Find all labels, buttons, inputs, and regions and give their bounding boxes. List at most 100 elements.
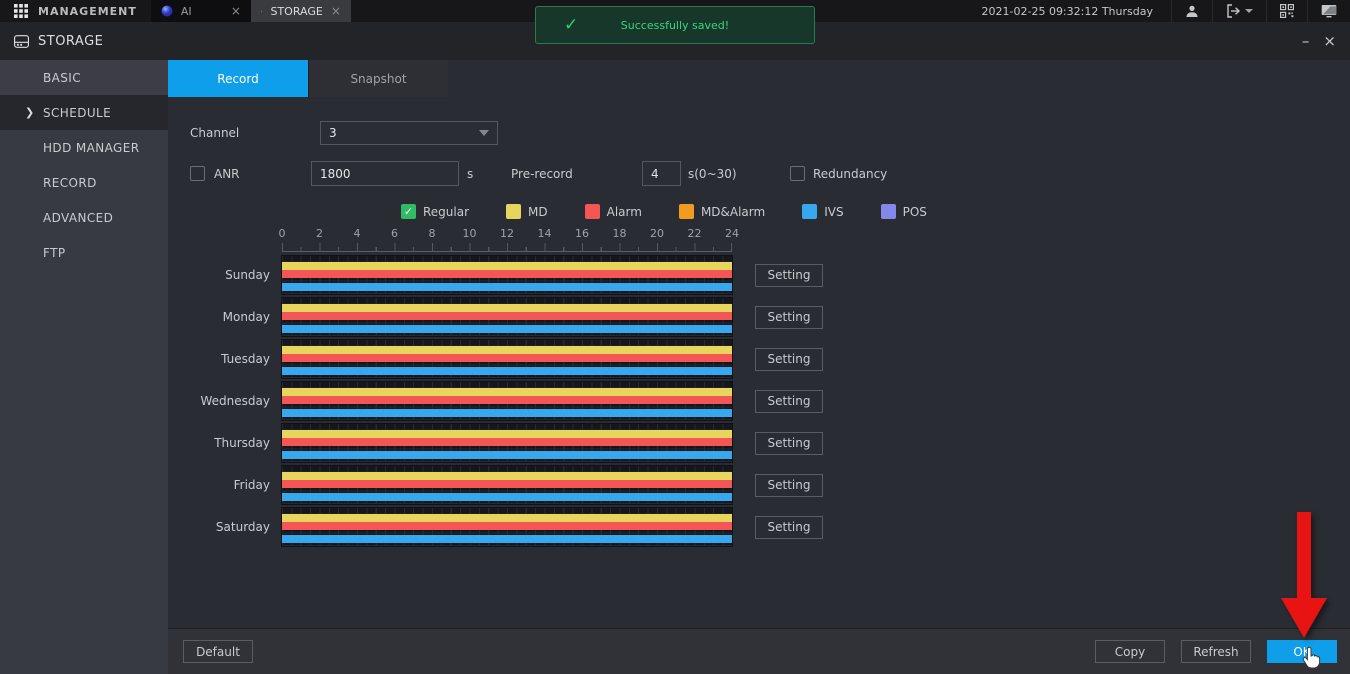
timeline-sunday[interactable]: [282, 256, 732, 294]
alarm-swatch[interactable]: [585, 204, 600, 219]
schedule-bar-md: [282, 346, 732, 354]
redundancy-label: Redundancy: [813, 167, 887, 181]
schedule-bar-ivs: [282, 325, 732, 333]
tab-ai-close-icon[interactable]: ×: [231, 4, 241, 18]
timeline-saturday[interactable]: [282, 508, 732, 546]
tab-ai[interactable]: AI ×: [151, 0, 251, 22]
legend-label: IVS: [824, 205, 843, 219]
legend-label: Alarm: [607, 205, 642, 219]
schedule-bar-alarm: [282, 270, 732, 278]
mdalarm-swatch[interactable]: [679, 204, 694, 219]
hand-cursor-icon: [1301, 646, 1322, 670]
grid-menu-icon: [14, 4, 28, 18]
red-annotation-arrow: [1274, 512, 1334, 642]
sidebar-item-schedule[interactable]: ❯ SCHEDULE: [0, 95, 168, 130]
prerecord-label: Pre-record: [511, 167, 642, 181]
refresh-button[interactable]: Refresh: [1181, 640, 1251, 663]
weekly-schedule: 0 2 4 6 8 10 12 14 16 18 20 22 24: [190, 227, 1350, 546]
logout-icon: [1226, 4, 1241, 18]
legend-item-alarm: Alarm: [585, 204, 642, 219]
anr-checkbox[interactable]: [190, 166, 205, 181]
channel-dropdown[interactable]: 3: [320, 121, 498, 145]
timeline-tuesday[interactable]: [282, 340, 732, 378]
copy-button[interactable]: Copy: [1095, 640, 1165, 663]
topbar-right: 2021-02-25 09:32:12 Thursday: [964, 0, 1350, 22]
anr-duration-input[interactable]: [311, 161, 459, 186]
tab-storage[interactable]: STORAGE ×: [251, 0, 351, 22]
sidebar-item-label: RECORD: [43, 176, 97, 190]
close-icon[interactable]: ×: [1323, 34, 1336, 49]
major-ticks: [282, 243, 732, 251]
timeline-thursday[interactable]: [282, 424, 732, 462]
setting-button-saturday[interactable]: Setting: [755, 516, 823, 539]
schedule-bar-md: [282, 472, 732, 480]
sidebar-item-ftp[interactable]: FTP: [0, 235, 168, 270]
hour-ruler: [282, 243, 732, 252]
setting-button-tuesday[interactable]: Setting: [755, 348, 823, 371]
setting-button-monday[interactable]: Setting: [755, 306, 823, 329]
sidebar-item-label: SCHEDULE: [43, 106, 111, 120]
hour-tick-label: 18: [613, 227, 627, 240]
timeline-friday[interactable]: [282, 466, 732, 504]
sidebar-item-hdd-manager[interactable]: HDD MANAGER: [0, 130, 168, 165]
minimize-icon[interactable]: –: [1302, 34, 1310, 49]
record-snapshot-tabs: Record Snapshot: [168, 60, 1350, 97]
management-label: MANAGEMENT: [38, 5, 137, 18]
sidebar-item-basic[interactable]: BASIC: [0, 60, 168, 95]
tab-snapshot[interactable]: Snapshot: [308, 60, 448, 97]
management-button[interactable]: MANAGEMENT: [0, 0, 151, 22]
qr-code-button[interactable]: [1266, 0, 1307, 22]
monitor-icon: [1321, 4, 1337, 18]
schedule-bar-alarm: [282, 480, 732, 488]
main-panel: Record Snapshot Channel 3 ANR s Pre-reco…: [168, 60, 1350, 674]
schedule-bar-alarm: [282, 438, 732, 446]
timeline-wednesday[interactable]: [282, 382, 732, 420]
channel-value: 3: [329, 126, 337, 140]
regular-checkbox[interactable]: ✓: [401, 204, 416, 219]
setting-button-sunday[interactable]: Setting: [755, 264, 823, 287]
day-label: Saturday: [190, 520, 270, 534]
setting-button-wednesday[interactable]: Setting: [755, 390, 823, 413]
setting-button-thursday[interactable]: Setting: [755, 432, 823, 455]
sidebar-item-advanced[interactable]: ADVANCED: [0, 200, 168, 235]
hour-tick-label: 16: [575, 227, 589, 240]
sidebar-item-label: HDD MANAGER: [43, 141, 139, 155]
anr-unit-label: s: [467, 167, 511, 181]
redundancy-checkbox[interactable]: [790, 166, 805, 181]
pos-swatch[interactable]: [881, 204, 896, 219]
ivs-swatch[interactable]: [802, 204, 817, 219]
schedule-row-friday: Friday Setting: [190, 466, 1350, 504]
schedule-bar-ivs: [282, 535, 732, 543]
sidebar-item-label: BASIC: [43, 71, 81, 85]
schedule-bar-md: [282, 514, 732, 522]
tab-record[interactable]: Record: [168, 60, 308, 97]
sidebar-item-label: ADVANCED: [43, 211, 113, 225]
legend-item-pos: POS: [881, 204, 927, 219]
md-swatch[interactable]: [506, 204, 521, 219]
qr-code-icon: [1280, 4, 1294, 18]
anr-label: ANR: [214, 167, 311, 181]
schedule-row-thursday: Thursday Setting: [190, 424, 1350, 462]
schedule-bar-alarm: [282, 312, 732, 320]
schedule-bar-md: [282, 262, 732, 270]
prerecord-input[interactable]: [642, 161, 681, 186]
setting-button-friday[interactable]: Setting: [755, 474, 823, 497]
datetime-label: 2021-02-25 09:32:12 Thursday: [964, 5, 1171, 18]
default-button[interactable]: Default: [183, 640, 253, 663]
user-icon: [1185, 4, 1199, 18]
sidebar-item-record[interactable]: RECORD: [0, 165, 168, 200]
user-account-button[interactable]: [1171, 0, 1212, 22]
hour-tick-label: 12: [500, 227, 514, 240]
legend-label: Regular: [423, 205, 469, 219]
logout-button[interactable]: [1212, 0, 1266, 22]
legend-label: POS: [903, 205, 927, 219]
schedule-row-sunday: Sunday Setting: [190, 256, 1350, 294]
tab-storage-close-icon[interactable]: ×: [331, 4, 341, 18]
hour-axis: 0 2 4 6 8 10 12 14 16 18 20 22 24: [282, 227, 732, 242]
hour-tick-label: 20: [650, 227, 664, 240]
timeline-monday[interactable]: [282, 298, 732, 336]
display-output-button[interactable]: [1307, 0, 1350, 22]
hour-tick-label: 14: [537, 227, 551, 240]
schedule-bar-alarm: [282, 522, 732, 530]
tab-ai-label: AI: [181, 5, 192, 18]
